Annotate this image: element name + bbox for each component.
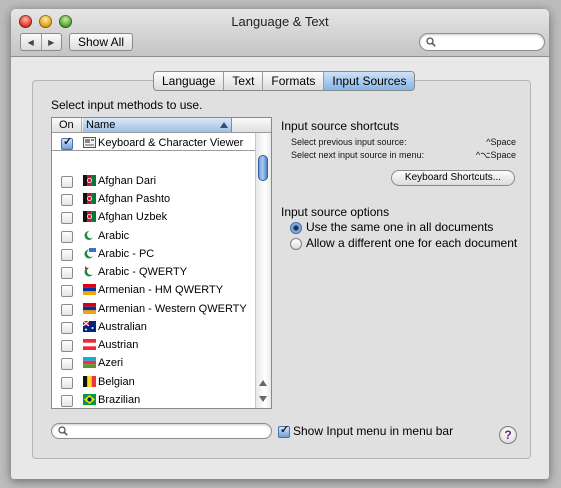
search-field[interactable] xyxy=(419,33,545,51)
list-item-label: Arabic - PC xyxy=(98,248,155,260)
radio-button[interactable] xyxy=(290,238,302,250)
previous-source-label: Select previous input source: xyxy=(291,137,407,147)
enable-checkbox[interactable] xyxy=(61,212,73,224)
list-item[interactable]: Afghan Pashto xyxy=(52,190,255,208)
help-button[interactable]: ? xyxy=(499,426,517,444)
azerbaijan-flag-icon xyxy=(83,357,96,368)
enable-checkbox[interactable] xyxy=(61,322,73,334)
list-item[interactable]: Azeri xyxy=(52,354,255,372)
crescent-pc-icon xyxy=(84,248,96,259)
column-header-on[interactable]: On xyxy=(52,118,82,132)
keyboard-shortcuts-button[interactable]: Keyboard Shortcuts... xyxy=(391,170,515,186)
tab-bar: Language Text Formats Input Sources xyxy=(153,71,416,91)
enable-checkbox[interactable] xyxy=(61,267,73,279)
list-scrollbar[interactable] xyxy=(255,133,271,408)
scrollbar-thumb[interactable] xyxy=(258,155,268,181)
window-title: Language & Text xyxy=(231,14,329,29)
enable-checkbox[interactable] xyxy=(61,231,73,243)
list-item[interactable]: Arabic xyxy=(52,227,255,245)
afghanistan-flag-icon xyxy=(83,175,96,186)
list-item[interactable]: Australian xyxy=(52,318,255,336)
list-item-label: Austrian xyxy=(98,339,139,351)
radio-button-selected[interactable] xyxy=(290,222,302,234)
next-source-shortcut: ^⌥Space xyxy=(475,150,516,160)
list-divider xyxy=(52,150,255,151)
scroll-up-arrow-icon[interactable] xyxy=(259,380,267,386)
show-all-button[interactable]: Show All xyxy=(69,33,133,51)
brazil-flag-icon xyxy=(83,394,96,405)
list-item-label: Armenian - HM QWERTY xyxy=(98,284,224,296)
belgium-flag-icon xyxy=(83,376,96,387)
previous-source-shortcut: ^Space xyxy=(486,137,516,147)
scroll-down-arrow-icon[interactable] xyxy=(259,396,267,402)
options-heading: Input source options xyxy=(281,205,390,219)
list-search-field[interactable] xyxy=(51,423,272,439)
tab-language[interactable]: Language xyxy=(154,72,225,90)
list-item[interactable]: Afghan Dari xyxy=(52,172,255,190)
list-item[interactable]: Arabic - PC xyxy=(52,245,255,263)
next-source-label: Select next input source in menu: xyxy=(291,150,425,160)
enable-checkbox[interactable] xyxy=(61,395,73,407)
list-item-label: Australian xyxy=(98,321,147,333)
enable-checkbox[interactable] xyxy=(61,377,73,389)
list-item-label: Belgian xyxy=(98,376,135,388)
list-item[interactable]: Brazilian xyxy=(52,391,255,408)
search-icon xyxy=(426,37,436,47)
list-header: On Name xyxy=(52,118,271,133)
list-item[interactable]: Austrian xyxy=(52,336,255,354)
radio-label: Allow a different one for each document xyxy=(306,236,518,250)
list-item[interactable]: Armenian - HM QWERTY xyxy=(52,281,255,299)
keyboard-viewer-icon xyxy=(83,137,96,148)
column-header-name[interactable]: Name xyxy=(83,118,232,132)
list-item-label: Arabic xyxy=(98,230,130,242)
tab-formats[interactable]: Formats xyxy=(263,72,325,90)
tab-input-sources[interactable]: Input Sources xyxy=(324,72,415,90)
enable-checkbox[interactable] xyxy=(61,358,73,370)
search-icon xyxy=(58,426,68,436)
austria-flag-icon xyxy=(83,339,96,350)
title-bar: Language & Text ◀ ▶ Show All xyxy=(11,9,549,57)
list-item[interactable]: Belgian xyxy=(52,373,255,391)
tab-text[interactable]: Text xyxy=(224,72,264,90)
instructions-label: Select input methods to use. xyxy=(51,98,203,112)
show-input-menu-checkbox[interactable] xyxy=(278,423,290,438)
back-forward-control: ◀ ▶ xyxy=(20,33,62,51)
back-arrow-icon[interactable]: ◀ xyxy=(21,34,41,50)
list-item-label: Afghan Dari xyxy=(98,175,157,187)
enable-checkbox[interactable] xyxy=(61,249,73,261)
list-item-label: Afghan Pashto xyxy=(98,193,171,205)
crescent-qwerty-icon xyxy=(84,266,95,277)
show-input-menu-label[interactable]: Show Input menu in menu bar xyxy=(293,424,453,438)
list-item-label: Arabic - QWERTY xyxy=(98,266,188,278)
shortcuts-heading: Input source shortcuts xyxy=(281,119,400,133)
enable-checkbox[interactable] xyxy=(61,285,73,297)
forward-arrow-icon[interactable]: ▶ xyxy=(40,34,62,50)
list-item-label: Afghan Uzbek xyxy=(98,211,168,223)
list-item[interactable]: Arabic - QWERTY xyxy=(52,263,255,281)
australia-flag-icon xyxy=(83,321,96,332)
sort-ascending-icon xyxy=(220,122,228,128)
radio-label: Use the same one in all documents xyxy=(306,220,494,234)
armenia-flag-icon xyxy=(83,303,96,314)
list-item[interactable]: Afghan Uzbek xyxy=(52,208,255,226)
armenia-flag-icon xyxy=(83,284,96,295)
list-item-label: Azeri xyxy=(98,357,124,369)
afghanistan-flag-icon xyxy=(83,193,96,204)
afghanistan-flag-icon xyxy=(83,211,96,222)
list-item-label: Brazilian xyxy=(98,394,141,406)
enable-checkbox[interactable] xyxy=(61,194,73,206)
enable-checkbox[interactable] xyxy=(61,340,73,352)
list-item[interactable]: Armenian - Western QWERTY xyxy=(52,300,255,318)
preferences-window: Language & Text ◀ ▶ Show All Language Te… xyxy=(11,9,549,479)
input-sources-list[interactable]: On Name Keyboard & Character Viewer Afgh… xyxy=(51,117,272,409)
enable-checkbox[interactable] xyxy=(61,176,73,188)
column-header-name-label: Name xyxy=(86,119,116,131)
list-item-label: Armenian - Western QWERTY xyxy=(98,303,247,315)
enable-checkbox[interactable] xyxy=(61,304,73,316)
enable-checkbox[interactable] xyxy=(61,135,73,150)
crescent-icon xyxy=(84,230,95,240)
